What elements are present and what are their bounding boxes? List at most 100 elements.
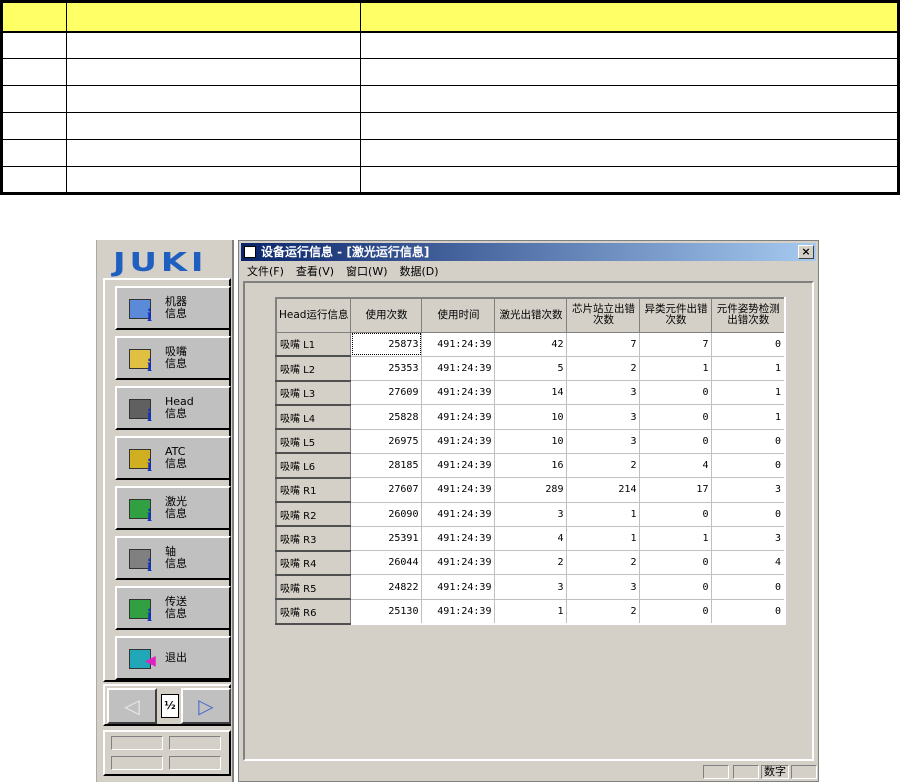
table-cell[interactable]: 0 (639, 550, 713, 576)
row-header[interactable]: 吸嘴 L4 (275, 404, 352, 431)
table-cell[interactable]: 7 (566, 331, 641, 357)
column-header[interactable]: 使用时间 (421, 297, 496, 333)
row-header[interactable]: 吸嘴 L6 (275, 452, 352, 479)
menu-item[interactable]: 窗口(W) (346, 263, 387, 279)
row-header[interactable]: 吸嘴 L1 (275, 331, 352, 358)
button-laser-info[interactable]: i 激光 信息 (115, 486, 231, 530)
table-cell[interactable]: 42 (494, 331, 568, 357)
table-cell[interactable]: 26044 (350, 550, 423, 576)
menu-item[interactable]: 文件(F) (247, 263, 284, 279)
table-cell[interactable]: 1 (566, 501, 641, 527)
table-cell[interactable]: 2 (566, 598, 641, 625)
table-cell[interactable]: 26975 (350, 428, 423, 454)
table-cell[interactable]: 491:24:39 (421, 428, 496, 454)
table-cell[interactable]: 1 (494, 598, 568, 625)
table-cell[interactable]: 2 (566, 355, 641, 382)
table-cell[interactable]: 0 (711, 598, 786, 625)
table-cell[interactable]: 3 (494, 574, 568, 600)
table-cell[interactable]: 1 (566, 525, 641, 552)
next-page-button[interactable]: ▷ (181, 688, 231, 724)
table-cell[interactable]: 0 (639, 404, 713, 430)
table-cell[interactable]: 1 (711, 355, 786, 382)
row-header[interactable]: 吸嘴 R1 (275, 477, 352, 504)
table-cell[interactable]: 0 (711, 331, 786, 357)
column-header[interactable]: 激光出错次数 (494, 297, 568, 333)
table-cell[interactable]: 4 (711, 550, 786, 576)
button-head-info[interactable]: i Head 信息 (115, 386, 231, 430)
table-cell[interactable]: 5 (494, 355, 568, 382)
button-machine-info[interactable]: i 机器 信息 (115, 286, 231, 330)
button-axis-info[interactable]: i 轴 信息 (115, 536, 231, 580)
column-header[interactable]: 芯片站立出错 次数 (566, 297, 641, 333)
row-header[interactable]: 吸嘴 R3 (275, 525, 352, 552)
table-cell[interactable]: 25130 (350, 598, 423, 625)
table-cell[interactable]: 1 (711, 380, 786, 406)
row-header[interactable]: 吸嘴 L2 (275, 355, 352, 382)
row-header[interactable]: 吸嘴 R4 (275, 550, 352, 576)
table-cell[interactable]: 491:24:39 (421, 404, 496, 430)
table-cell[interactable]: 491:24:39 (421, 525, 496, 552)
table-cell[interactable]: 214 (566, 477, 641, 503)
menu-item[interactable]: 查看(V) (296, 263, 334, 279)
table-cell[interactable]: 3 (711, 477, 786, 503)
table-cell[interactable]: 1 (639, 355, 713, 382)
table-cell[interactable]: 25353 (350, 355, 423, 382)
table-cell[interactable]: 27607 (350, 477, 423, 503)
table-cell[interactable]: 0 (711, 452, 786, 479)
table-cell[interactable]: 3 (566, 380, 641, 406)
table-cell[interactable]: 4 (639, 452, 713, 479)
row-header[interactable]: 吸嘴 R2 (275, 501, 352, 528)
row-header[interactable]: 吸嘴 L5 (275, 428, 352, 455)
table-cell[interactable]: 491:24:39 (421, 452, 496, 479)
button-nozzle-info[interactable]: i 吸嘴 信息 (115, 336, 231, 380)
table-cell[interactable]: 10 (494, 404, 568, 430)
table-cell[interactable]: 0 (639, 380, 713, 406)
table-cell[interactable]: 1 (711, 404, 786, 430)
prev-page-button[interactable]: ◁ (107, 688, 157, 724)
table-cell[interactable]: 2 (566, 452, 641, 479)
table-cell[interactable]: 25873 (350, 331, 423, 357)
table-cell[interactable]: 2 (566, 550, 641, 576)
table-cell[interactable]: 491:24:39 (421, 380, 496, 406)
table-cell[interactable]: 0 (639, 574, 713, 600)
table-cell[interactable]: 491:24:39 (421, 501, 496, 527)
column-header[interactable]: 异类元件出错 次数 (639, 297, 713, 333)
button-conveyor-info[interactable]: i 传送 信息 (115, 586, 231, 630)
table-cell[interactable]: 28185 (350, 452, 423, 479)
table-cell[interactable]: 3 (566, 428, 641, 454)
close-button[interactable]: × (798, 245, 814, 259)
table-cell[interactable]: 17 (639, 477, 713, 503)
button-exit-door[interactable]: ◀ 退出 (115, 636, 231, 680)
table-cell[interactable]: 3 (566, 404, 641, 430)
table-cell[interactable]: 7 (639, 331, 713, 357)
column-header[interactable]: Head运行信息 (275, 297, 352, 333)
table-cell[interactable]: 26090 (350, 501, 423, 527)
table-cell[interactable]: 24822 (350, 574, 423, 600)
table-cell[interactable]: 1 (639, 525, 713, 552)
table-cell[interactable]: 10 (494, 428, 568, 454)
table-cell[interactable]: 0 (639, 501, 713, 527)
table-cell[interactable]: 0 (711, 501, 786, 527)
table-cell[interactable]: 491:24:39 (421, 331, 496, 357)
table-cell[interactable]: 4 (494, 525, 568, 552)
menu-item[interactable]: 数据(D) (400, 263, 439, 279)
table-cell[interactable]: 3 (711, 525, 786, 552)
table-cell[interactable]: 3 (494, 501, 568, 527)
table-cell[interactable]: 491:24:39 (421, 550, 496, 576)
table-cell[interactable]: 0 (639, 428, 713, 454)
table-cell[interactable]: 0 (639, 598, 713, 625)
table-cell[interactable]: 25828 (350, 404, 423, 430)
table-cell[interactable]: 14 (494, 380, 568, 406)
table-cell[interactable]: 2 (494, 550, 568, 576)
row-header[interactable]: 吸嘴 R5 (275, 574, 352, 601)
table-cell[interactable]: 16 (494, 452, 568, 479)
table-cell[interactable]: 3 (566, 574, 641, 600)
table-cell[interactable]: 491:24:39 (421, 477, 496, 503)
button-atc-info[interactable]: i ATC 信息 (115, 436, 231, 480)
table-cell[interactable]: 491:24:39 (421, 598, 496, 625)
table-cell[interactable]: 27609 (350, 380, 423, 406)
table-cell[interactable]: 289 (494, 477, 568, 503)
table-cell[interactable]: 0 (711, 574, 786, 600)
table-cell[interactable]: 0 (711, 428, 786, 454)
column-header[interactable]: 使用次数 (350, 297, 423, 333)
